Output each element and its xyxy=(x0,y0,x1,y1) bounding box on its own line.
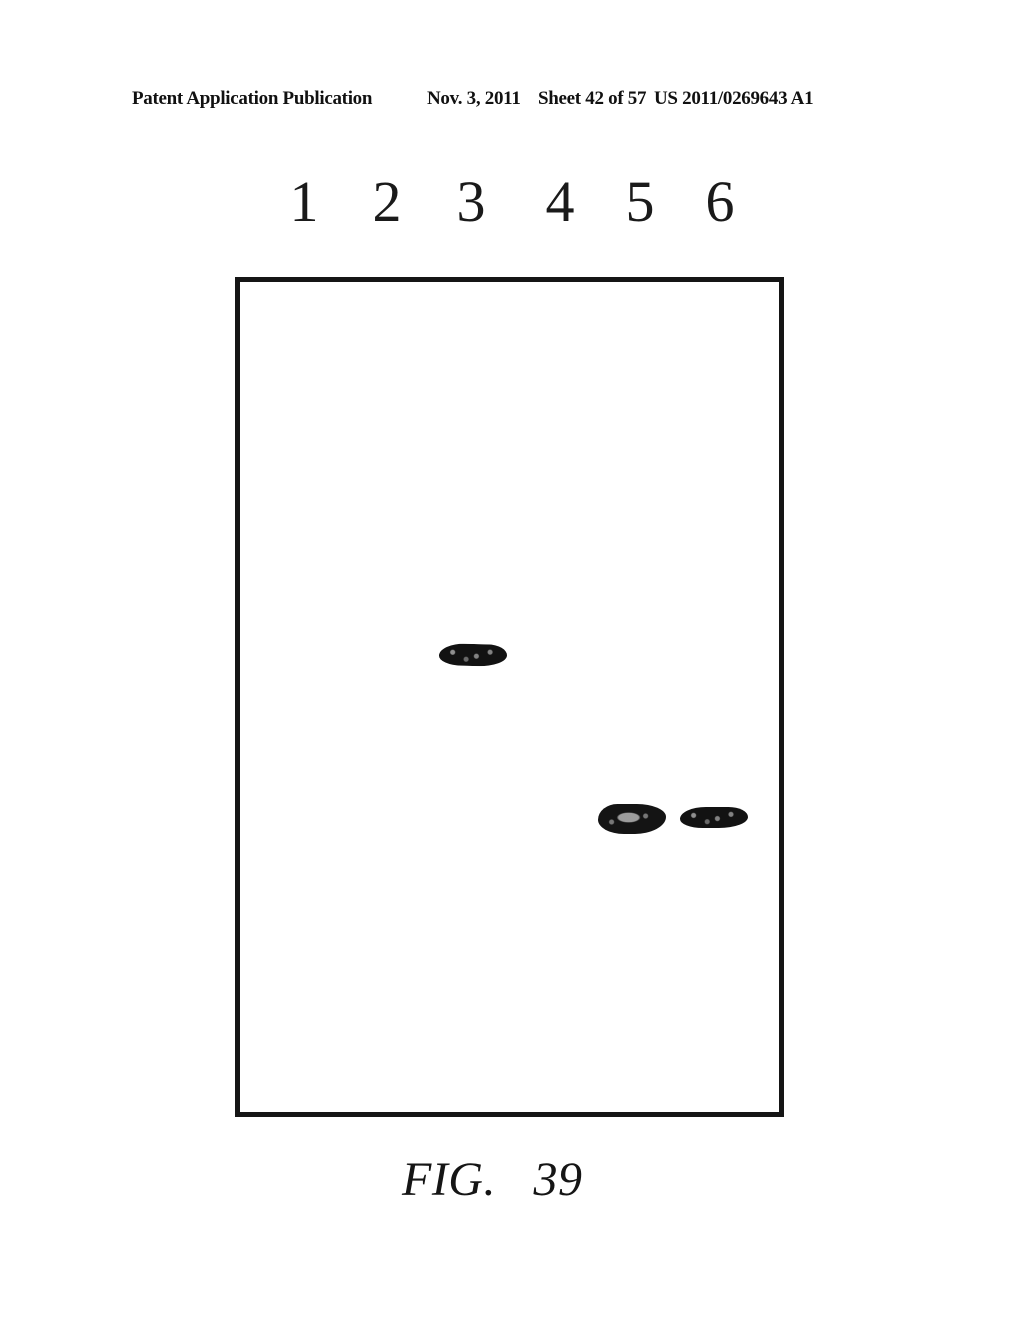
page-header: Patent Application Publication Nov. 3, 2… xyxy=(132,88,892,114)
publication-number: US 2011/0269643 A1 xyxy=(654,88,814,109)
figure-caption: FIG. 39 xyxy=(402,1153,583,1206)
publication-date: Nov. 3, 2011 xyxy=(427,88,521,109)
publication-type: Patent Application Publication xyxy=(132,88,373,109)
band-lane-6 xyxy=(680,807,748,828)
lane-label-3: 3 xyxy=(456,169,486,234)
sheet-number: Sheet 42 of 57 xyxy=(538,88,647,109)
gel-frame xyxy=(235,277,784,1117)
lane-label-2: 2 xyxy=(372,169,402,234)
band-lane-3 xyxy=(438,643,508,667)
lane-label-1: 1 xyxy=(289,169,319,234)
lane-label-4: 4 xyxy=(545,169,575,234)
lane-label-5: 5 xyxy=(625,169,655,234)
lane-label-6: 6 xyxy=(705,169,735,234)
lane-labels: 1 2 3 4 5 6 xyxy=(270,168,770,238)
